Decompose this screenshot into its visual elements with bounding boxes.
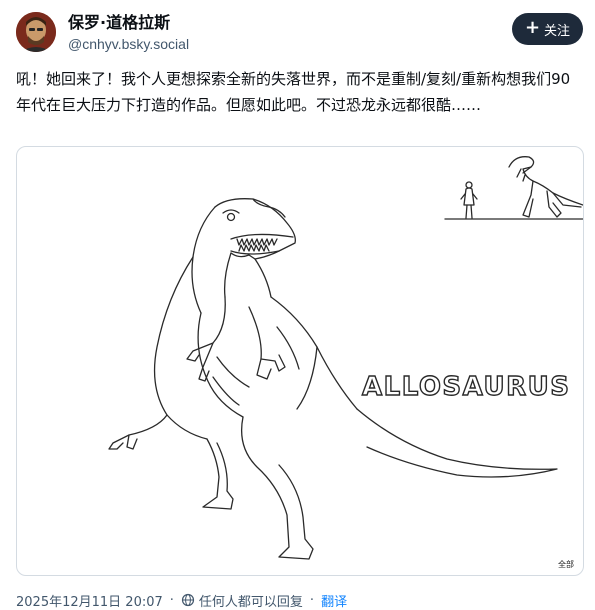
- post-timestamp[interactable]: 2025年12月11日 20:07: [16, 591, 163, 610]
- author-names: 保罗·道格拉斯 @cnhyv.bsky.social: [68, 13, 189, 54]
- follow-button-label: 关注: [544, 23, 571, 39]
- reply-setting[interactable]: 任何人都可以回复: [199, 591, 303, 610]
- author-handle[interactable]: @cnhyv.bsky.social: [68, 34, 189, 54]
- footer-separator: ·: [169, 592, 174, 608]
- post-text: 吼！她回来了！我个人更想探索全新的失落世界，而不是重制/复刻/重新构想我们90年…: [16, 70, 571, 114]
- follow-button[interactable]: + 关注: [512, 13, 583, 45]
- globe-icon: [181, 593, 195, 607]
- footer-separator: ·: [309, 592, 315, 608]
- avatar[interactable]: [16, 12, 56, 52]
- post-header: 保罗·道格拉斯 @cnhyv.bsky.social + 关注: [16, 12, 583, 56]
- avatar-portrait-icon: [16, 12, 56, 52]
- translate-link[interactable]: 翻译: [321, 591, 347, 610]
- plus-icon: +: [524, 17, 541, 38]
- allosaurus-sign: ALLOSAURUS: [362, 372, 570, 402]
- post-footer: 2025年12月11日 20:07 · 任何人都可以回复 · 翻译: [16, 590, 347, 610]
- post-image[interactable]: ALLOSAURUS 全部: [16, 146, 584, 576]
- dinosaur-sketch-image: ALLOSAURUS: [108, 156, 583, 560]
- alt-badge[interactable]: 全部: [555, 558, 577, 571]
- author-display-name[interactable]: 保罗·道格拉斯: [68, 13, 189, 33]
